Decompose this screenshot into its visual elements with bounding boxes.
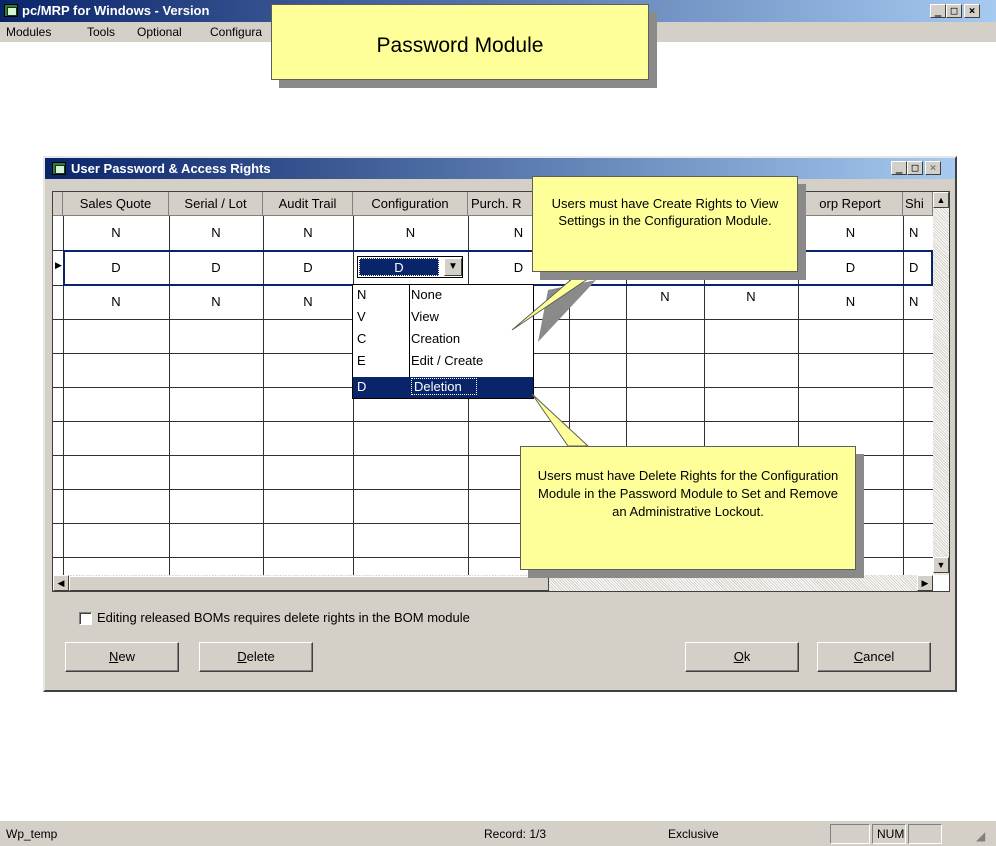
status-record: Record: 1/3	[484, 827, 547, 841]
status-mode: Exclusive	[668, 827, 719, 841]
create-rights-text: Users must have Create Rights to View Se…	[551, 196, 779, 228]
resize-grip-icon[interactable]: ◢	[976, 829, 985, 843]
create-rights-callout: Users must have Create Rights to View Se…	[532, 176, 798, 272]
status-table: Wp_temp	[6, 827, 58, 841]
status-panel-caps	[830, 824, 870, 844]
delete-rights-text: Users must have Delete Rights for the Co…	[537, 468, 839, 519]
status-num: NUM	[872, 824, 906, 844]
delete-rights-callout: Users must have Delete Rights for the Co…	[520, 446, 856, 570]
callout-pointers	[511, 271, 600, 456]
status-panel-scroll	[908, 824, 942, 844]
status-bar: Wp_temp Record: 1/3 Exclusive NUM ◢	[0, 820, 996, 846]
